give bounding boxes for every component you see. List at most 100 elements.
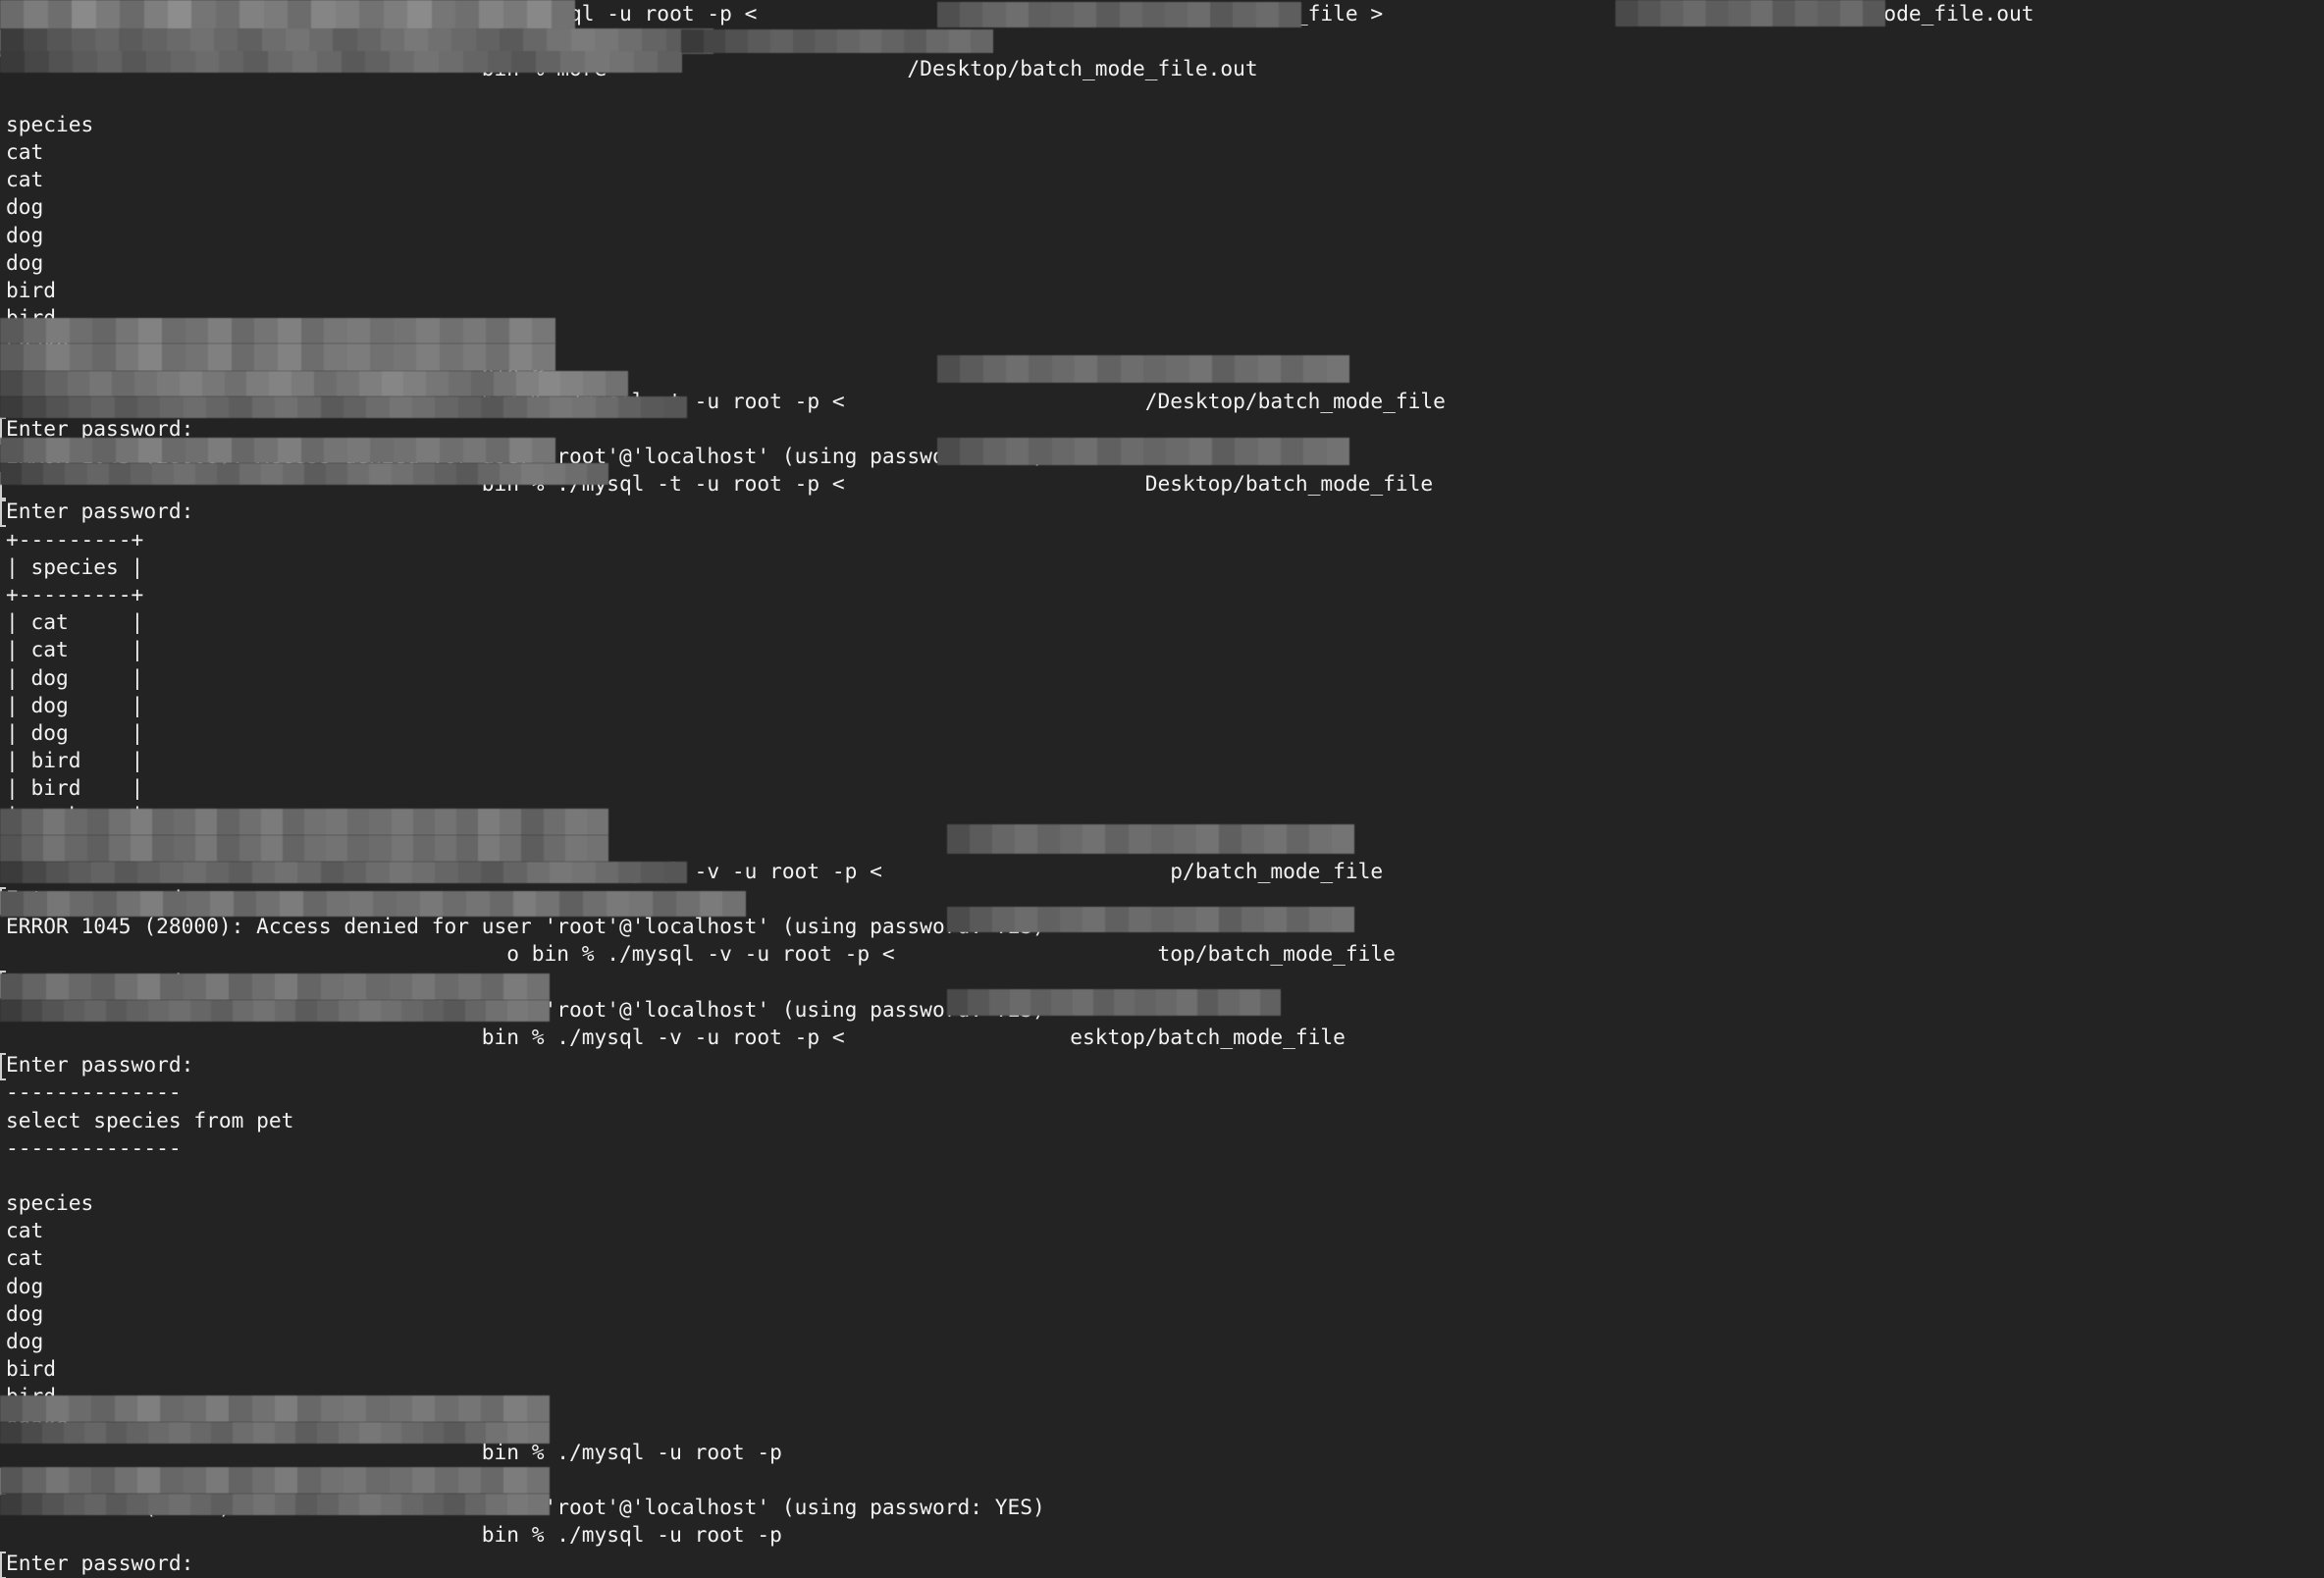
terminal-line-text: cat <box>6 167 44 192</box>
terminal-line-text: bird <box>6 305 57 331</box>
terminal-line-prompt-password: Enter password: <box>0 969 2324 998</box>
terminal-line-text: +---------+ <box>6 830 144 856</box>
terminal-line-output: species <box>0 111 2324 138</box>
terminal-line-text: species <box>6 111 94 136</box>
terminal-line-output: cat <box>0 166 2324 193</box>
terminal-line-text: select species from pet <box>6 1107 294 1132</box>
terminal-line-text: bin % ./mysql -t -u root -p < Desktop/ba… <box>6 471 1434 497</box>
terminal-line-output: bird <box>0 1355 2324 1383</box>
terminal-line-text: dog <box>6 1273 44 1298</box>
terminal-line-table-row: | cat | <box>0 608 2324 636</box>
terminal-line-text: | cat | <box>6 637 144 662</box>
terminal-line-text: dog <box>6 249 44 275</box>
prompt-mark-icon <box>0 416 6 445</box>
terminal-line-table-border: +---------+ <box>0 526 2324 553</box>
terminal-line-text: +---------+ <box>6 526 144 552</box>
terminal-line-prompt-password: Enter password: <box>0 498 2324 528</box>
terminal-line-text: bin % ./mysql -u root -p < /Desktop/batc… <box>6 1 2034 26</box>
terminal-line-output: dog <box>0 193 2324 221</box>
prompt-mark-icon <box>0 500 6 528</box>
terminal-line-command: % ./mysql -v -u root -p < p/batch_mode_f… <box>0 858 2324 885</box>
terminal-line-output: cat <box>0 1217 2324 1244</box>
terminal-line-table-row: | bird | <box>0 747 2324 774</box>
terminal-line-prompt-password: Enter password: <box>0 1550 2324 1578</box>
terminal-line-prompt-password: Enter password: <box>0 27 2324 58</box>
terminal-line-error: ERROR 1045 (28000): Access denied for us… <box>0 913 2324 940</box>
terminal-line-text: cat <box>6 138 44 164</box>
terminal-line-text: cat <box>6 1218 44 1243</box>
terminal-line-text: bin % <box>6 360 545 386</box>
terminal-line-output: bird <box>0 1383 2324 1410</box>
prompt-mark-icon <box>0 1551 6 1578</box>
terminal-line-table-row: | snake | <box>0 802 2324 829</box>
terminal-line-command: o bin % ./mysql -v -u root -p < top/batc… <box>0 940 2324 968</box>
terminal-line-text: bin % ./mysql -v -u root -p < esktop/bat… <box>6 1024 1346 1049</box>
terminal-line-text: -------------- <box>6 1079 182 1105</box>
terminal-line-text: Enter password: <box>6 969 194 994</box>
terminal-line-text: bin % more /Desktop/batch_mode_file.out <box>6 56 1258 81</box>
terminal-line-output: species <box>0 1189 2324 1217</box>
terminal-line-text: | bird | <box>6 748 144 773</box>
terminal-line-text: | dog | <box>6 719 144 745</box>
terminal-line-output: dog <box>0 1328 2324 1355</box>
terminal-line-text: Enter password: <box>6 1550 194 1575</box>
terminal-window[interactable]: bin % ./mysql -u root -p < /Desktop/batc… <box>0 0 2324 1578</box>
terminal-line-text: bin % ./mysql -u root -p <box>6 1439 782 1464</box>
terminal-line-output: dog <box>0 1273 2324 1300</box>
terminal-line-table-row: | bird | <box>0 774 2324 802</box>
terminal-line-output: cat <box>0 138 2324 166</box>
terminal-line-text: Enter password: <box>6 499 194 524</box>
terminal-line-command: bin % ./mysql -u root -p <box>0 1521 2324 1549</box>
terminal-line-text: % ./mysql -v -u root -p < p/batch_mode_f… <box>6 858 1384 883</box>
terminal-line-text: ERROR 1045 (28000): Access denied for us… <box>6 996 1045 1022</box>
terminal-screen[interactable]: bin % ./mysql -u root -p < /Desktop/batc… <box>0 0 2324 1578</box>
terminal-line-output: bird <box>0 277 2324 304</box>
terminal-line-output: bird <box>0 304 2324 332</box>
terminal-line-output: dog <box>0 222 2324 249</box>
terminal-line-text: species <box>6 1190 94 1216</box>
terminal-line-text: dog <box>6 1300 44 1326</box>
terminal-line-text: Enter password: <box>6 1466 194 1492</box>
terminal-line-text: -------------- <box>6 1134 182 1160</box>
terminal-line-text: ERROR 1045 (28000): Access denied for us… <box>6 1495 1045 1520</box>
terminal-line-output: cat <box>0 1244 2324 1272</box>
terminal-line-text: snake <box>6 333 69 358</box>
terminal-line-table-row: | dog | <box>0 664 2324 692</box>
terminal-line-verbose-rule: -------------- <box>0 1134 2324 1162</box>
terminal-line-text: +---------+ <box>6 581 144 606</box>
terminal-line-table-header: | species | <box>0 553 2324 581</box>
terminal-line-text: cat <box>6 1245 44 1271</box>
terminal-line-prompt-password: Enter password: <box>0 1051 2324 1081</box>
prompt-mark-icon <box>0 970 6 998</box>
terminal-line-text: bird <box>6 277 57 302</box>
terminal-line-text: snake <box>6 1411 69 1437</box>
terminal-line-output: snake <box>0 332 2324 359</box>
terminal-line-text: Enter password: <box>6 1052 194 1078</box>
terminal-line-error: ERROR 1045 (28000): Access denied for us… <box>0 996 2324 1024</box>
terminal-line-table-row: | dog | <box>0 692 2324 719</box>
terminal-line-error: ERROR 1045 (28000): Access denied for us… <box>0 1494 2324 1521</box>
terminal-line-table-row: | cat | <box>0 636 2324 663</box>
terminal-line-text: ERROR 1045 (28000): Access denied for us… <box>6 914 1045 939</box>
prompt-mark-icon <box>0 472 6 500</box>
terminal-line-text: Enter password: <box>6 415 194 441</box>
terminal-line-command: bin % ./mysql -t -u root -p < Desktop/ba… <box>0 470 2324 500</box>
terminal-line-command: bin % <box>0 359 2324 387</box>
terminal-line-text: bird <box>6 1356 57 1382</box>
terminal-line-error: ERROR 1045 (28000): Access denied for us… <box>0 443 2324 470</box>
terminal-line-table-row: | dog | <box>0 719 2324 747</box>
terminal-line-table-border: +---------+ <box>0 581 2324 608</box>
terminal-line-text: dog <box>6 1329 44 1353</box>
terminal-line-text: bird <box>6 1384 57 1409</box>
terminal-line-text: Enter password: <box>6 28 194 54</box>
terminal-line-output: dog <box>0 1300 2324 1328</box>
terminal-line-prompt-password: Enter password: <box>0 415 2324 445</box>
terminal-line-output: snake <box>0 1411 2324 1439</box>
terminal-line-text: bin % ./mysql -u root -p <box>6 1522 782 1548</box>
terminal-line-output: dog <box>0 249 2324 277</box>
terminal-line-text: | species | <box>6 553 144 579</box>
terminal-line-table-border: +---------+ <box>0 830 2324 858</box>
terminal-line-command: bin % ./mysql -u root -p < /Desktop/batc… <box>0 0 2324 27</box>
terminal-line-text: | dog | <box>6 692 144 717</box>
